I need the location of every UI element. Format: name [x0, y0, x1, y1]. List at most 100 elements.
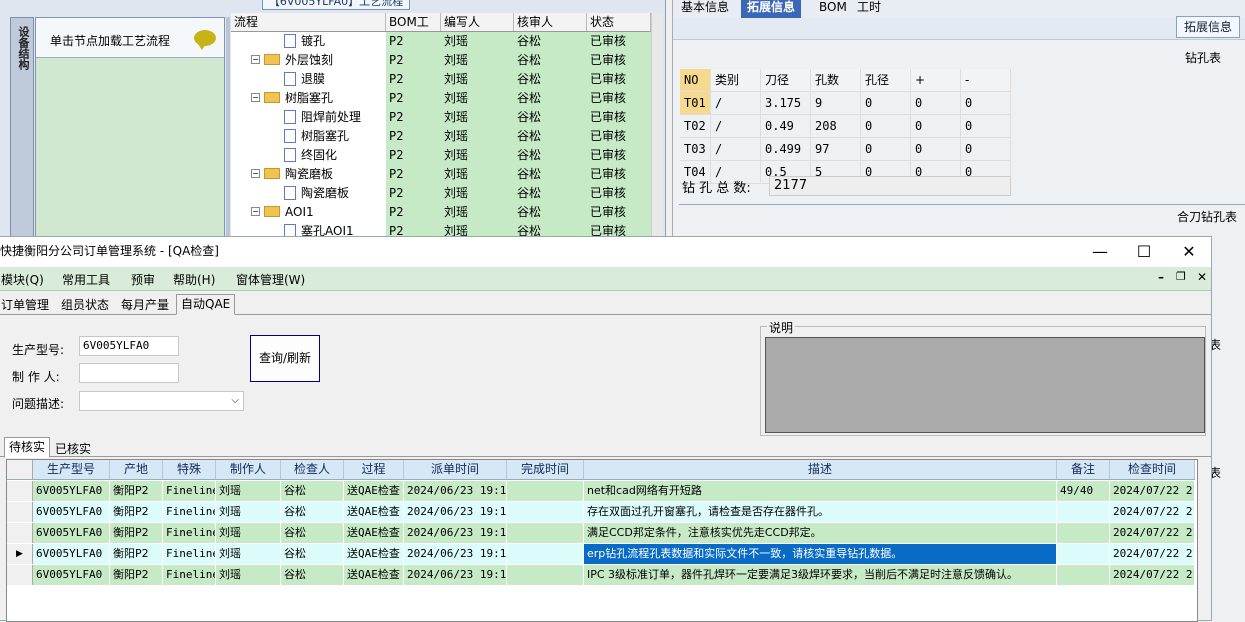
process-factory-cell: P2: [386, 184, 441, 203]
close-button[interactable]: ✕: [1178, 241, 1200, 263]
window-titlebar[interactable]: 快捷衡阳分公司订单管理系统 - [QA检查] — ☐ ✕: [0, 237, 1211, 267]
process-tree-row[interactable]: − AOI1 P2 刘瑶 谷松 已审核: [231, 203, 651, 222]
process-tree-row[interactable]: 终固化 P2 刘瑶 谷松 已审核: [231, 146, 651, 165]
process-tree-scrollbar[interactable]: [651, 13, 663, 240]
col-check-time[interactable]: 检查时间: [1110, 460, 1195, 479]
col-status[interactable]: 状态: [587, 13, 651, 31]
collapse-icon[interactable]: −: [251, 169, 260, 178]
process-tree-node[interactable]: − 树脂塞孔: [231, 89, 386, 108]
process-tree-row[interactable]: 树脂塞孔 P2 刘瑶 谷松 已审核: [231, 127, 651, 146]
current-row-pointer-icon[interactable]: ▶: [7, 544, 33, 564]
tab-extended-info[interactable]: 拓展信息: [741, 0, 802, 18]
menu-help[interactable]: 帮助(H): [173, 271, 215, 288]
drill-col-hole-diameter[interactable]: 孔径: [861, 69, 911, 91]
process-node-label: 退膜: [301, 72, 326, 86]
mdi-restore-button[interactable]: ❐: [1176, 270, 1186, 283]
check-time-cell: 2024/07/22 21:: [1110, 523, 1195, 543]
col-remark[interactable]: 备注: [1057, 460, 1110, 479]
drill-col-no[interactable]: NO: [680, 69, 711, 91]
tab-verified[interactable]: 已核实: [55, 440, 91, 457]
row-header[interactable]: [7, 481, 33, 501]
drill-table-row[interactable]: T02/0.49 208 0 0 0: [680, 115, 1011, 138]
tab-pending-verification[interactable]: 待核实: [4, 437, 51, 458]
col-description[interactable]: 描述: [584, 460, 1057, 479]
remark-cell: [1057, 544, 1110, 564]
col-reviewer[interactable]: 核审人: [514, 13, 587, 31]
tab-work-hours[interactable]: 工时: [851, 0, 887, 18]
process-tree-node[interactable]: − 陶瓷磨板: [231, 165, 386, 184]
drill-col-tool-diameter[interactable]: 刀径: [761, 69, 811, 91]
drill-hole-count-cell: 97: [811, 138, 861, 160]
process-tree-row[interactable]: 陶瓷磨板 P2 刘瑶 谷松 已审核: [231, 184, 651, 203]
maximize-button[interactable]: ☐: [1133, 241, 1155, 263]
drill-col-minus[interactable]: -: [961, 69, 1011, 91]
drill-table-row[interactable]: T03/0.499 97 0 0 0: [680, 138, 1011, 161]
tab-auto-qae[interactable]: 自动QAE: [176, 294, 236, 315]
col-special[interactable]: 特殊: [163, 460, 216, 479]
query-refresh-button[interactable]: 查询/刷新: [250, 335, 320, 382]
menu-prereview[interactable]: 预审: [131, 271, 155, 288]
description-box[interactable]: [765, 337, 1205, 433]
tab-basic-info[interactable]: 基本信息: [675, 0, 735, 18]
issue-select[interactable]: ⌵: [79, 391, 244, 411]
col-origin[interactable]: 产地: [110, 460, 163, 479]
table-row[interactable]: ▶ 6V005YLFA0 衡阳P2 Fineline 刘瑶 谷松 送QAE检查 2024/06…: [7, 544, 1195, 565]
process-tree-node[interactable]: − AOI1: [231, 203, 386, 222]
process-tree-row[interactable]: 退膜 P2 刘瑶 谷松 已审核: [231, 70, 651, 89]
table-row[interactable]: 6V005YLFA0 衡阳P2 Fineline 刘瑶 谷松 送QAE检查 2024/06/…: [7, 481, 1195, 502]
process-tree-node[interactable]: 阻焊前处理: [231, 108, 386, 127]
col-maker[interactable]: 制作人: [216, 460, 281, 479]
tab-bom[interactable]: BOM: [813, 0, 853, 18]
model-input[interactable]: 6V005YLFA0: [79, 336, 179, 356]
minimize-button[interactable]: —: [1089, 241, 1111, 263]
menu-module[interactable]: 模块(Q): [1, 271, 44, 288]
process-tree-row[interactable]: 镀孔 P2 刘瑶 谷松 已审核: [231, 32, 651, 51]
col-process[interactable]: 过程: [344, 460, 404, 479]
col-writer[interactable]: 编写人: [441, 13, 514, 31]
table-row[interactable]: 6V005YLFA0 衡阳P2 Fineline 刘瑶 谷松 送QAE检查 2024/06/…: [7, 502, 1195, 523]
drill-table-row[interactable]: T01/3.175 9 0 0 0: [680, 92, 1011, 115]
process-tree-row[interactable]: − 陶瓷磨板 P2 刘瑶 谷松 已审核: [231, 165, 651, 184]
process-tree-node[interactable]: − 外层蚀刻: [231, 51, 386, 70]
load-panel-header[interactable]: 单击节点加载工艺流程: [36, 18, 224, 58]
drill-hole-diameter-cell: 0: [861, 92, 911, 114]
splitter[interactable]: [226, 17, 230, 240]
menu-common-tools[interactable]: 常用工具: [62, 271, 110, 288]
col-complete-time[interactable]: 完成时间: [507, 460, 584, 479]
maker-input[interactable]: [79, 363, 179, 383]
drill-col-hole-count[interactable]: 孔数: [811, 69, 861, 91]
table-row[interactable]: 6V005YLFA0 衡阳P2 Fineline 刘瑶 谷松 送QAE检查 2024/06/…: [7, 565, 1195, 586]
row-header[interactable]: [7, 565, 33, 585]
col-dispatch-time[interactable]: 派单时间: [404, 460, 507, 479]
col-checker[interactable]: 检查人: [281, 460, 344, 479]
tab-member-status[interactable]: 组员状态: [61, 296, 109, 313]
process-factory-cell: P2: [386, 127, 441, 146]
extended-info-button[interactable]: 拓展信息: [1176, 16, 1240, 38]
process-tree-node[interactable]: 退膜: [231, 70, 386, 89]
col-bom-factory[interactable]: BOM工厂: [386, 13, 441, 47]
mdi-minimize-button[interactable]: –: [1158, 270, 1164, 284]
col-flow[interactable]: 流程: [231, 13, 386, 31]
equipment-structure-tab[interactable]: 设备结构: [10, 17, 34, 240]
process-tree-node[interactable]: 镀孔: [231, 32, 386, 51]
col-model[interactable]: 生产型号: [33, 460, 110, 479]
process-tree-node[interactable]: 陶瓷磨板: [231, 184, 386, 203]
menu-window-management[interactable]: 窗体管理(W): [236, 271, 305, 288]
tab-monthly-output[interactable]: 每月产量: [121, 296, 169, 313]
process-tree-row[interactable]: − 外层蚀刻 P2 刘瑶 谷松 已审核: [231, 51, 651, 70]
collapse-icon[interactable]: −: [251, 93, 260, 102]
row-header[interactable]: [7, 523, 33, 543]
folder-icon: [264, 168, 280, 179]
tab-order-management[interactable]: 订单管理: [1, 296, 49, 313]
collapse-icon[interactable]: −: [251, 207, 260, 216]
table-row[interactable]: 6V005YLFA0 衡阳P2 Fineline 刘瑶 谷松 送QAE检查 2024/06/…: [7, 523, 1195, 544]
process-tree-row[interactable]: 阻焊前处理 P2 刘瑶 谷松 已审核: [231, 108, 651, 127]
collapse-icon[interactable]: −: [251, 55, 260, 64]
drill-col-category[interactable]: 类别: [711, 69, 761, 91]
process-tree-node[interactable]: 树脂塞孔: [231, 127, 386, 146]
mdi-close-button[interactable]: ✕: [1197, 270, 1207, 284]
process-tree-node[interactable]: 终固化: [231, 146, 386, 165]
row-header[interactable]: [7, 502, 33, 522]
drill-col-plus[interactable]: +: [911, 69, 961, 91]
process-tree-row[interactable]: − 树脂塞孔 P2 刘瑶 谷松 已审核: [231, 89, 651, 108]
